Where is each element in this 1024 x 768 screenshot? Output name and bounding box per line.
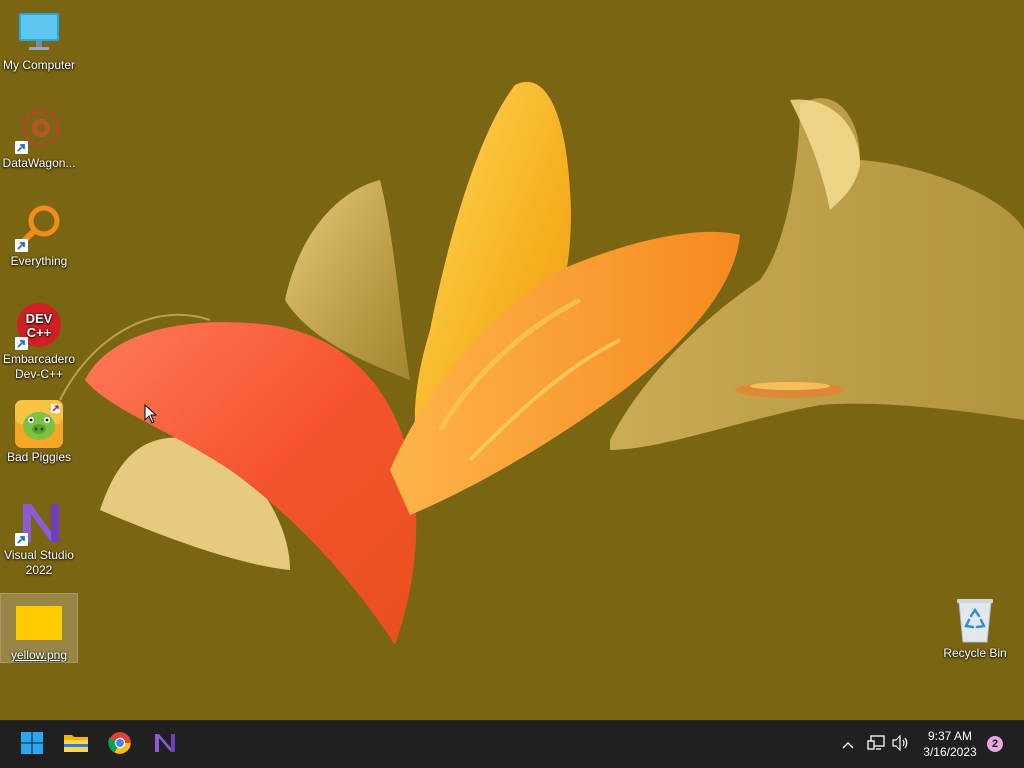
dev-cpp-icon: DEV C++ <box>15 302 63 350</box>
speaker-icon <box>892 734 910 756</box>
wallpaper <box>59 81 1024 645</box>
desktop-icon-everything[interactable]: Everything <box>1 204 77 269</box>
chevron-up-icon <box>842 736 854 754</box>
datawagon-icon <box>15 106 63 154</box>
desktop-icon-dev-cpp[interactable]: DEV C++ Embarcadero Dev-C++ <box>1 302 77 382</box>
desktop-icon-bad-piggies[interactable]: Bad Piggies <box>1 400 77 465</box>
desktop-icon-label: Embarcadero Dev-C++ <box>2 352 76 381</box>
folder-icon <box>63 732 89 759</box>
taskbar-file-explorer-button[interactable] <box>56 725 96 765</box>
shortcut-arrow-icon <box>15 533 28 546</box>
shortcut-arrow-icon <box>15 141 28 154</box>
everything-search-icon <box>15 204 63 252</box>
desktop-icon-label: Visual Studio 2022 <box>4 548 74 577</box>
volume-button[interactable] <box>890 733 912 757</box>
show-hidden-icons-button[interactable] <box>838 733 858 757</box>
start-button[interactable] <box>12 725 52 765</box>
desktop-icon-my-computer[interactable]: My Computer <box>1 8 77 73</box>
desktop-icon-label: Bad Piggies <box>6 450 72 464</box>
desktop-icon-label: My Computer <box>2 58 76 72</box>
svg-text:C++: C++ <box>27 325 52 340</box>
network-status-button[interactable] <box>865 733 887 757</box>
image-file-icon <box>15 598 63 646</box>
desktop-icon-visual-studio[interactable]: Visual Studio 2022 <box>1 498 77 578</box>
mouse-cursor-icon <box>144 403 158 429</box>
desktop-icon-datawagon[interactable]: DataWagon... <box>1 106 77 171</box>
clock-button[interactable]: 9:37 AM 3/16/2023 <box>910 728 990 760</box>
recycle-bin-label: Recycle Bin <box>943 646 1007 660</box>
visual-studio-icon <box>15 498 63 546</box>
taskbar-chrome-button[interactable] <box>100 725 140 765</box>
windows-start-icon <box>20 731 44 760</box>
monitor-icon <box>15 8 63 56</box>
desktop-icon-recycle-bin[interactable]: Recycle Bin <box>936 596 1014 661</box>
network-icon <box>867 734 885 756</box>
visual-studio-icon <box>153 731 177 760</box>
clock-time: 9:37 AM <box>927 729 973 743</box>
svg-text:DEV: DEV <box>26 311 53 326</box>
taskbar-visual-studio-button[interactable] <box>145 725 185 765</box>
desktop-icon-label: Everything <box>10 254 68 268</box>
desktop-icon-label: yellow.png <box>10 648 68 662</box>
taskbar: 9:37 AM 3/16/2023 2 <box>0 720 1024 768</box>
clock-date: 3/16/2023 <box>923 745 977 759</box>
notification-badge[interactable]: 2 <box>987 736 1003 752</box>
desktop-icon-label: DataWagon... <box>2 156 76 170</box>
desktop[interactable]: My Computer DataWagon... Everything DEV … <box>0 0 1024 720</box>
bad-piggies-icon <box>15 400 63 448</box>
shortcut-arrow-icon <box>15 337 28 350</box>
shortcut-arrow-icon <box>15 239 28 252</box>
desktop-icon-yellow-png[interactable]: yellow.png <box>0 593 78 663</box>
recycle-bin-icon <box>951 596 999 644</box>
chrome-icon <box>108 731 132 760</box>
